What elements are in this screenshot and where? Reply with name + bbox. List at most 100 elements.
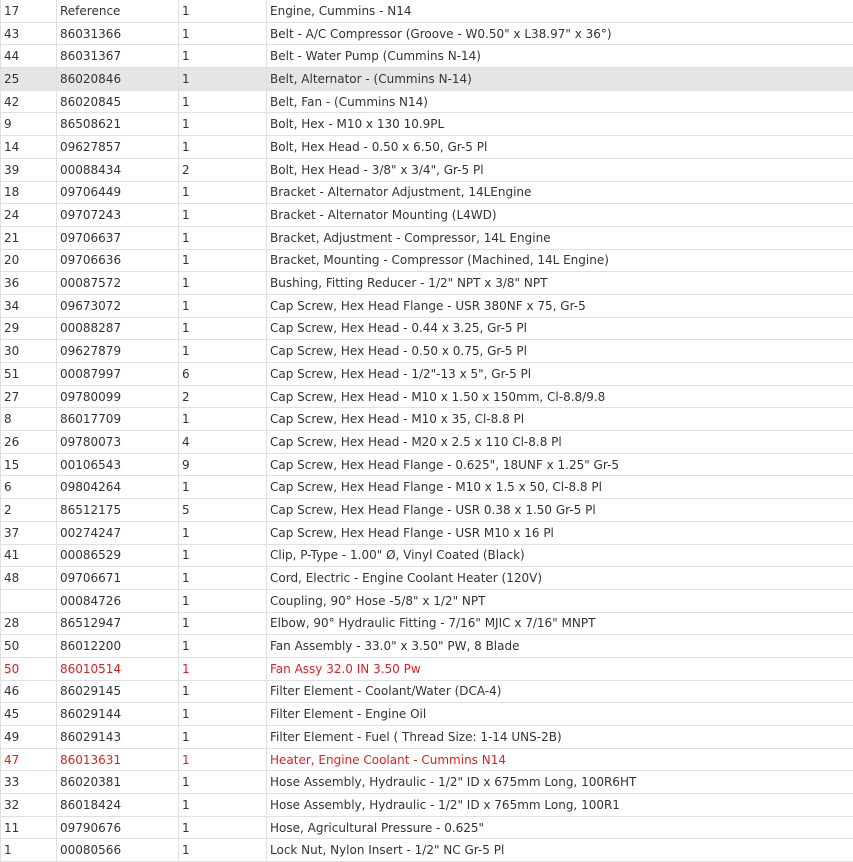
table-row[interactable]: 34096730721Cap Screw, Hex Head Flange - … <box>1 294 853 317</box>
quantity-cell: 1 <box>179 476 267 499</box>
item-number-cell: 1 <box>1 839 57 862</box>
table-row[interactable]: 27097800992Cap Screw, Hex Head - M10 x 1… <box>1 385 853 408</box>
table-row[interactable]: 25860208461Belt, Alternator - (Cummins N… <box>1 68 853 91</box>
part-number-cell: Reference <box>57 0 179 22</box>
table-row[interactable]: 33860203811Hose Assembly, Hydraulic - 1/… <box>1 771 853 794</box>
quantity-cell: 1 <box>179 181 267 204</box>
table-row[interactable]: 30096278791Cap Screw, Hex Head - 0.50 x … <box>1 340 853 363</box>
table-row[interactable]: 44860313671Belt - Water Pump (Cummins N-… <box>1 45 853 68</box>
description-cell: Filter Element - Engine Oil <box>267 703 853 726</box>
quantity-cell: 1 <box>179 726 267 749</box>
item-number-cell: 49 <box>1 726 57 749</box>
item-number-cell: 21 <box>1 226 57 249</box>
item-number-cell: 43 <box>1 22 57 45</box>
description-cell: Cap Screw, Hex Head - 0.50 x 0.75, Gr-5 … <box>267 340 853 363</box>
table-row[interactable]: 17Reference1Engine, Cummins - N14 <box>1 0 853 22</box>
part-number-cell: 86013631 <box>57 748 179 771</box>
table-row[interactable]: 50860122001Fan Assembly - 33.0" x 3.50" … <box>1 635 853 658</box>
item-number-cell: 34 <box>1 294 57 317</box>
table-row[interactable]: 46860291451Filter Element - Coolant/Wate… <box>1 680 853 703</box>
quantity-cell: 4 <box>179 431 267 454</box>
table-row[interactable]: 39000884342Bolt, Hex Head - 3/8" x 3/4",… <box>1 158 853 181</box>
quantity-cell: 2 <box>179 385 267 408</box>
item-number-cell: 47 <box>1 748 57 771</box>
table-row[interactable]: 11097906761Hose, Agricultural Pressure -… <box>1 816 853 839</box>
table-row[interactable]: 51000879976Cap Screw, Hex Head - 1/2"-13… <box>1 363 853 386</box>
table-row[interactable]: 15001065439Cap Screw, Hex Head Flange - … <box>1 453 853 476</box>
quantity-cell: 1 <box>179 544 267 567</box>
description-cell: Elbow, 90° Hydraulic Fitting - 7/16" MJI… <box>267 612 853 635</box>
quantity-cell: 1 <box>179 635 267 658</box>
item-number-cell: 32 <box>1 794 57 817</box>
table-row[interactable]: 41000865291Clip, P-Type - 1.00" Ø, Vinyl… <box>1 544 853 567</box>
part-number-cell: 00087572 <box>57 272 179 295</box>
table-row[interactable]: 29000882871Cap Screw, Hex Head - 0.44 x … <box>1 317 853 340</box>
table-row[interactable]: 47860136311Heater, Engine Coolant - Cumm… <box>1 748 853 771</box>
quantity-cell: 1 <box>179 657 267 680</box>
quantity-cell: 1 <box>179 22 267 45</box>
description-cell: Hose Assembly, Hydraulic - 1/2" ID x 675… <box>267 771 853 794</box>
quantity-cell: 1 <box>179 794 267 817</box>
quantity-cell: 1 <box>179 136 267 159</box>
table-row[interactable]: 1000805661Lock Nut, Nylon Insert - 1/2" … <box>1 839 853 862</box>
part-number-cell: 00274247 <box>57 521 179 544</box>
part-number-cell: 86018424 <box>57 794 179 817</box>
description-cell: Cap Screw, Hex Head Flange - USR 380NF x… <box>267 294 853 317</box>
table-row[interactable]: 50860105141Fan Assy 32.0 IN 3.50 Pw <box>1 657 853 680</box>
quantity-cell: 1 <box>179 340 267 363</box>
table-row[interactable]: 14096278571Bolt, Hex Head - 0.50 x 6.50,… <box>1 136 853 159</box>
quantity-cell: 1 <box>179 612 267 635</box>
table-row[interactable]: 18097064491Bracket - Alternator Adjustme… <box>1 181 853 204</box>
table-row[interactable]: 28865129471Elbow, 90° Hydraulic Fitting … <box>1 612 853 635</box>
table-row[interactable]: 49860291431Filter Element - Fuel ( Threa… <box>1 726 853 749</box>
table-row[interactable]: 20097066361Bracket, Mounting - Compresso… <box>1 249 853 272</box>
item-number-cell: 25 <box>1 68 57 91</box>
table-row[interactable]: 48097066711Cord, Electric - Engine Coola… <box>1 567 853 590</box>
description-cell: Coupling, 90° Hose -5/8" x 1/2" NPT <box>267 589 853 612</box>
item-number-cell: 14 <box>1 136 57 159</box>
description-cell: Belt - Water Pump (Cummins N-14) <box>267 45 853 68</box>
quantity-cell: 1 <box>179 0 267 22</box>
part-number-cell: 09673072 <box>57 294 179 317</box>
description-cell: Bushing, Fitting Reducer - 1/2" NPT x 3/… <box>267 272 853 295</box>
description-cell: Filter Element - Fuel ( Thread Size: 1-1… <box>267 726 853 749</box>
item-number-cell <box>1 589 57 612</box>
description-cell: Belt, Alternator - (Cummins N-14) <box>267 68 853 91</box>
table-row[interactable]: 2865121755Cap Screw, Hex Head Flange - U… <box>1 499 853 522</box>
table-row[interactable]: 6098042641Cap Screw, Hex Head Flange - M… <box>1 476 853 499</box>
item-number-cell: 20 <box>1 249 57 272</box>
table-row[interactable]: 36000875721Bushing, Fitting Reducer - 1/… <box>1 272 853 295</box>
description-cell: Cap Screw, Hex Head Flange - USR M10 x 1… <box>267 521 853 544</box>
quantity-cell: 1 <box>179 680 267 703</box>
table-row[interactable]: 9865086211Bolt, Hex - M10 x 130 10.9PL <box>1 113 853 136</box>
description-cell: Clip, P-Type - 1.00" Ø, Vinyl Coated (Bl… <box>267 544 853 567</box>
table-row[interactable]: 8860177091Cap Screw, Hex Head - M10 x 35… <box>1 408 853 431</box>
table-row[interactable]: 37002742471Cap Screw, Hex Head Flange - … <box>1 521 853 544</box>
table-row[interactable]: 42860208451Belt, Fan - (Cummins N14) <box>1 90 853 113</box>
part-number-cell: 09706636 <box>57 249 179 272</box>
table-row[interactable]: 26097800734Cap Screw, Hex Head - M20 x 2… <box>1 431 853 454</box>
description-cell: Belt - A/C Compressor (Groove - W0.50" x… <box>267 22 853 45</box>
part-number-cell: 09627857 <box>57 136 179 159</box>
table-row[interactable]: 43860313661Belt - A/C Compressor (Groove… <box>1 22 853 45</box>
table-row[interactable]: 000847261Coupling, 90° Hose -5/8" x 1/2"… <box>1 589 853 612</box>
part-number-cell: 09707243 <box>57 204 179 227</box>
quantity-cell: 1 <box>179 68 267 91</box>
part-number-cell: 86029143 <box>57 726 179 749</box>
table-row[interactable]: 45860291441Filter Element - Engine Oil <box>1 703 853 726</box>
description-cell: Belt, Fan - (Cummins N14) <box>267 90 853 113</box>
description-cell: Cap Screw, Hex Head - 1/2"-13 x 5", Gr-5… <box>267 363 853 386</box>
item-number-cell: 15 <box>1 453 57 476</box>
part-number-cell: 86031366 <box>57 22 179 45</box>
table-row[interactable]: 32860184241Hose Assembly, Hydraulic - 1/… <box>1 794 853 817</box>
quantity-cell: 1 <box>179 249 267 272</box>
table-row[interactable]: 24097072431Bracket - Alternator Mounting… <box>1 204 853 227</box>
part-number-cell: 86020846 <box>57 68 179 91</box>
quantity-cell: 1 <box>179 90 267 113</box>
table-row[interactable]: 21097066371Bracket, Adjustment - Compres… <box>1 226 853 249</box>
quantity-cell: 1 <box>179 748 267 771</box>
part-number-cell: 86010514 <box>57 657 179 680</box>
description-cell: Bolt, Hex Head - 0.50 x 6.50, Gr-5 Pl <box>267 136 853 159</box>
description-cell: Bracket - Alternator Mounting (L4WD) <box>267 204 853 227</box>
parts-table: 17Reference1Engine, Cummins - N144386031… <box>0 0 853 862</box>
